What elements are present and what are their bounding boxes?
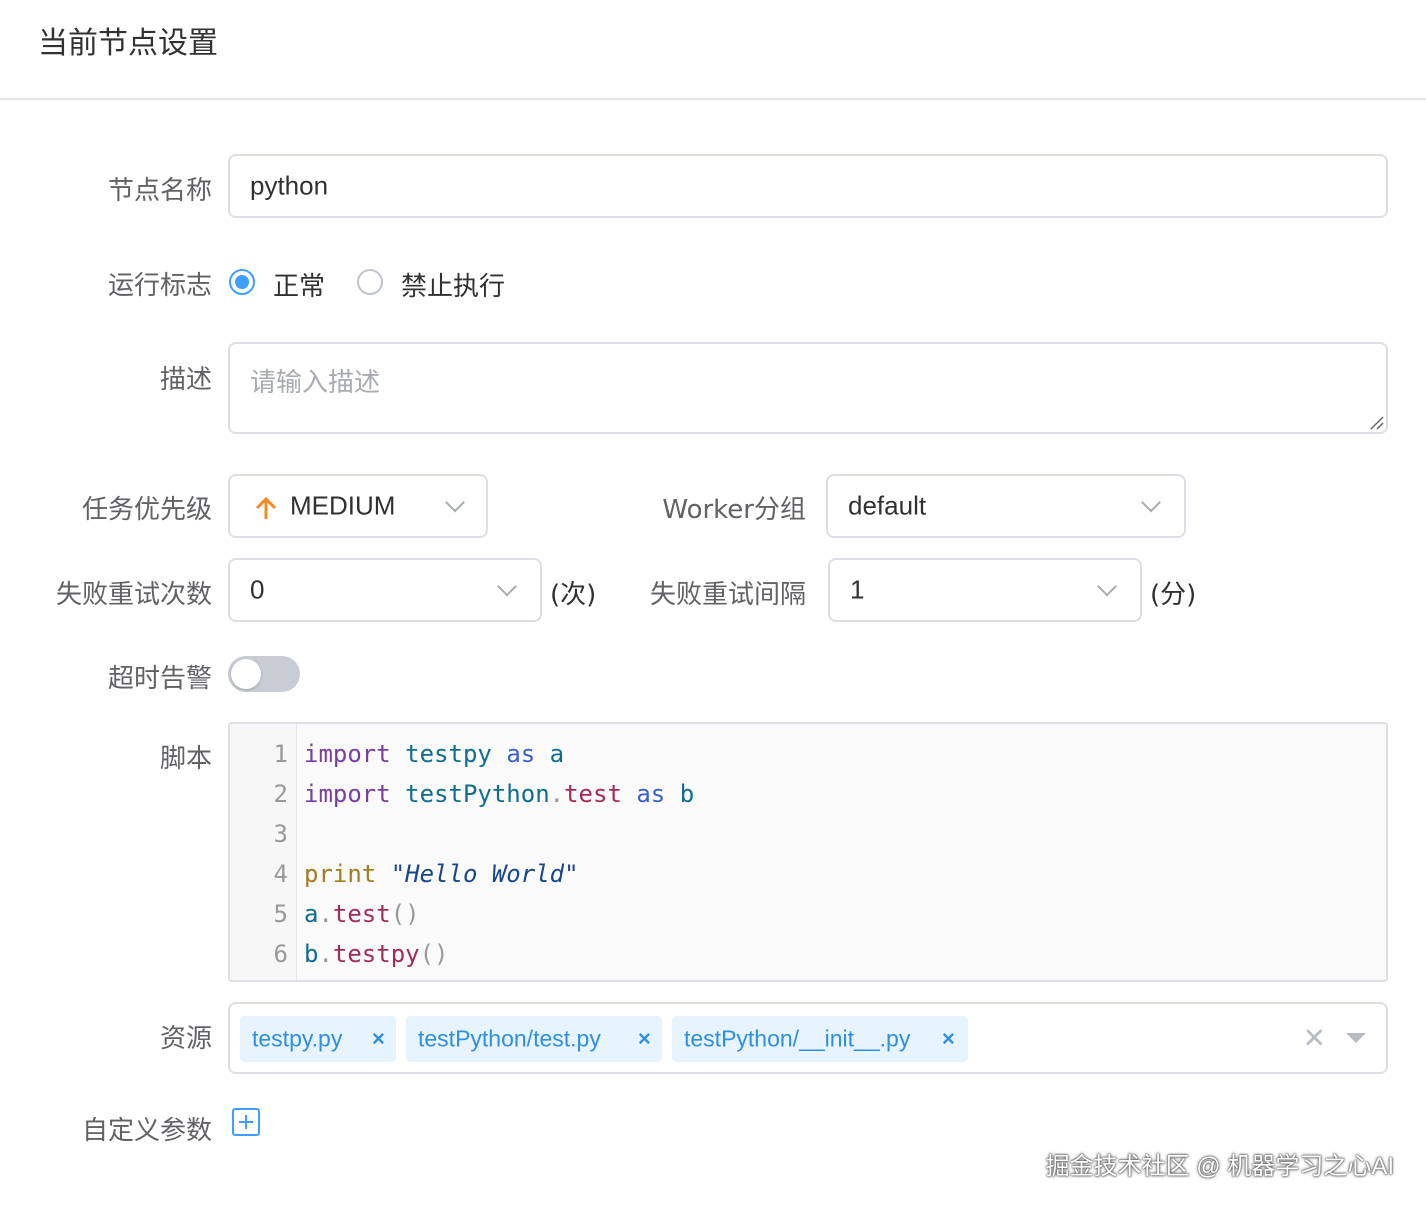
resource-tag-label: testpy.py <box>252 1025 343 1052</box>
line-number: 6 <box>273 940 288 968</box>
chevron-down-icon <box>1097 576 1117 597</box>
resource-tag: testPython/__init__.py × <box>672 1016 968 1062</box>
run-flag-normal-radio[interactable] <box>229 269 255 295</box>
code-token: import <box>304 780 391 808</box>
code-token: as <box>506 740 536 768</box>
close-icon[interactable]: × <box>942 1026 955 1052</box>
worker-group-select[interactable]: default <box>826 474 1186 538</box>
retry-interval-value: 1 <box>850 574 865 605</box>
worker-group-label: Worker分组 <box>662 495 806 525</box>
line-number: 5 <box>273 900 288 928</box>
watermark: 掘金技术社区 @ 机器学习之心AI <box>1045 1153 1394 1180</box>
priority-select[interactable]: MEDIUM <box>228 474 488 538</box>
resource-tag: testpy.py × <box>240 1016 396 1062</box>
retry-interval-label: 失败重试间隔 <box>649 580 806 610</box>
code-token: . <box>549 780 565 808</box>
resource-tag-label: testPython/test.py <box>418 1025 601 1052</box>
close-icon[interactable]: × <box>372 1026 385 1052</box>
caret-down-icon[interactable] <box>1346 1033 1366 1043</box>
worker-group-value: default <box>848 490 927 521</box>
resize-handle-icon[interactable] <box>1368 414 1384 430</box>
description-label: 描述 <box>159 365 212 395</box>
code-token: a <box>549 740 565 768</box>
code-token: "Hello World" <box>390 860 579 888</box>
code-token: test <box>332 900 391 928</box>
code-token: () <box>390 900 420 928</box>
timeout-alarm-switch[interactable] <box>228 656 300 692</box>
line-code: import testpy as a <box>304 734 564 774</box>
code-token: () <box>419 940 449 968</box>
code-editor[interactable]: 1 import testpy as a 2 import testPython.te… <box>228 722 1388 982</box>
node-name-value: python <box>250 170 329 201</box>
chevron-down-icon <box>1141 492 1161 513</box>
run-flag-forbid-label[interactable]: 禁止执行 <box>401 266 505 303</box>
plus-square-icon[interactable] <box>232 1108 260 1136</box>
retry-interval-select[interactable]: 1 <box>828 558 1142 622</box>
line-number: 4 <box>273 860 288 888</box>
clear-icon[interactable]: ✕ <box>1303 1022 1326 1055</box>
retry-count-label: 失败重试次数 <box>55 580 212 610</box>
retry-interval-unit: (分) <box>1150 580 1197 610</box>
code-token: b <box>679 780 695 808</box>
code-token: import <box>304 740 391 768</box>
retry-count-unit: (次) <box>550 580 597 610</box>
run-flag-label: 运行标志 <box>107 271 212 301</box>
panel-header: 当前节点设置 <box>0 0 1426 100</box>
code-token: testPython <box>405 780 550 808</box>
script-label: 脚本 <box>159 744 212 774</box>
code-token: . <box>318 940 333 968</box>
retry-count-select[interactable]: 0 <box>228 558 542 622</box>
line-code: print "Hello World" <box>304 854 579 894</box>
page-title: 当前节点设置 <box>38 26 218 61</box>
code-token: testpy <box>332 940 420 968</box>
arrow-up-icon <box>255 496 277 519</box>
code-token: print <box>304 860 377 888</box>
line-code: a.test() <box>304 894 420 934</box>
code-token: as <box>636 780 666 808</box>
retry-count-value: 0 <box>250 574 265 605</box>
resources-multiselect[interactable]: testpy.py × testPython/test.py × testPyt… <box>228 1002 1388 1074</box>
code-token: testpy <box>405 740 492 768</box>
code-token: b <box>304 940 319 968</box>
line-code: import testPython.test as b <box>304 774 694 814</box>
custom-params-label: 自定义参数 <box>81 1116 212 1146</box>
node-name-label: 节点名称 <box>107 176 212 206</box>
description-placeholder: 请输入描述 <box>250 367 381 397</box>
code-token: . <box>318 900 333 928</box>
run-flag-forbid-radio[interactable] <box>357 269 383 295</box>
resource-tag: testPython/test.py × <box>406 1016 662 1062</box>
run-flag-normal-label[interactable]: 正常 <box>273 266 325 303</box>
resource-tag-label: testPython/__init__.py <box>684 1025 911 1052</box>
priority-value: MEDIUM <box>290 490 396 521</box>
line-number: 2 <box>273 780 288 808</box>
description-textarea[interactable]: 请输入描述 <box>228 342 1388 434</box>
chevron-down-icon <box>445 492 465 513</box>
priority-label: 任务优先级 <box>81 495 212 525</box>
chevron-down-icon <box>497 576 517 597</box>
timeout-alarm-label: 超时告警 <box>107 664 212 694</box>
code-token: test <box>564 780 622 808</box>
resources-label: 资源 <box>159 1024 212 1054</box>
close-icon[interactable]: × <box>638 1026 651 1052</box>
line-number: 3 <box>273 820 288 848</box>
line-code: b.testpy() <box>304 934 449 974</box>
switch-knob <box>231 659 261 689</box>
code-token: a <box>304 900 319 928</box>
line-number: 1 <box>273 740 288 768</box>
node-name-input[interactable]: python <box>228 154 1388 218</box>
